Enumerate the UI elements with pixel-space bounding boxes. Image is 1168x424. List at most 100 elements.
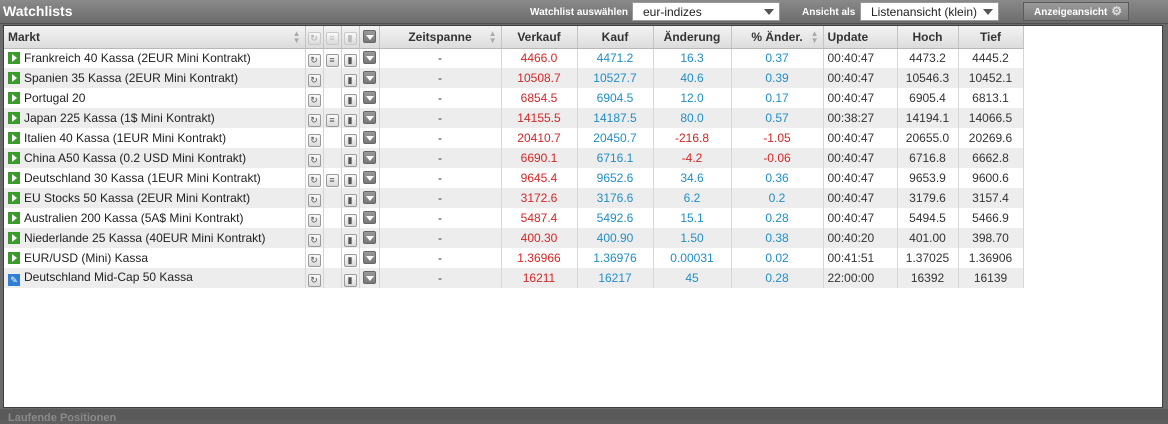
chart-cell[interactable]: ▮: [341, 68, 360, 88]
dropdown-icon[interactable]: [362, 111, 376, 124]
chart-cell[interactable]: ▮: [341, 108, 360, 128]
dropdown-icon[interactable]: [362, 251, 376, 264]
refresh-icon[interactable]: ↻: [307, 173, 321, 187]
menu-cell[interactable]: [359, 68, 380, 88]
dropdown-icon[interactable]: [362, 91, 376, 104]
market-name-cell[interactable]: ✎ Deutschland Mid-Cap 50 Kassa: [4, 268, 306, 288]
info-icon[interactable]: ≡: [325, 53, 339, 67]
info-cell[interactable]: [323, 128, 342, 148]
kauf-cell[interactable]: 16217: [577, 268, 654, 288]
menu-cell[interactable]: [359, 88, 380, 108]
refresh-icon[interactable]: ↻: [307, 53, 321, 67]
display-view-button[interactable]: Anzeigeansicht ⚙: [1023, 2, 1129, 21]
refresh-icon[interactable]: ↻: [307, 213, 321, 227]
refresh-cell[interactable]: ↻: [305, 128, 324, 148]
market-name-cell[interactable]: China A50 Kassa (0.2 USD Mini Kontrakt): [4, 148, 306, 168]
chart-icon[interactable]: ▮: [343, 233, 357, 247]
chart-icon[interactable]: ▮: [343, 193, 357, 207]
kauf-cell[interactable]: 6716.1: [577, 148, 654, 168]
market-name-cell[interactable]: Niederlande 25 Kassa (40EUR Mini Kontrak…: [4, 228, 306, 248]
verkauf-cell[interactable]: 6690.1: [501, 148, 578, 168]
market-name-cell[interactable]: Italien 40 Kassa (1EUR Mini Kontrakt): [4, 128, 306, 148]
verkauf-cell[interactable]: 4466.0: [501, 48, 578, 68]
menu-cell[interactable]: [359, 208, 380, 228]
verkauf-cell[interactable]: 9645.4: [501, 168, 578, 188]
menu-cell[interactable]: [359, 48, 380, 68]
dropdown-icon[interactable]: [362, 191, 376, 204]
chart-icon[interactable]: ▮: [343, 173, 357, 187]
table-row[interactable]: Frankreich 40 Kassa (2EUR Mini Kontrakt)…: [4, 48, 1024, 68]
table-row[interactable]: Spanien 35 Kassa (2EUR Mini Kontrakt) ↻ ▮ -…: [4, 68, 1024, 88]
play-icon[interactable]: [8, 152, 20, 164]
info-icon[interactable]: ≡: [325, 113, 339, 127]
menu-cell[interactable]: [359, 148, 380, 168]
dropdown-icon[interactable]: [362, 71, 376, 84]
kauf-cell[interactable]: 10527.7: [577, 68, 654, 88]
play-icon[interactable]: [8, 232, 20, 244]
verkauf-cell[interactable]: 20410.7: [501, 128, 578, 148]
watchlist-dropdown[interactable]: eur-indizes: [632, 2, 780, 21]
verkauf-cell[interactable]: 14155.5: [501, 108, 578, 128]
col-kauf[interactable]: Kauf: [577, 26, 654, 49]
table-row[interactable]: EUR/USD (Mini) Kassa ↻ ▮ -1.36966 1.36976 0.0…: [4, 248, 1024, 268]
dropdown-icon[interactable]: [362, 211, 376, 224]
refresh-cell[interactable]: ↻: [305, 88, 324, 108]
market-name-cell[interactable]: Spanien 35 Kassa (2EUR Mini Kontrakt): [4, 68, 306, 88]
market-name-cell[interactable]: Deutschland 30 Kassa (1EUR Mini Kontrakt…: [4, 168, 306, 188]
refresh-cell[interactable]: ↻: [305, 168, 324, 188]
dropdown-icon[interactable]: [362, 151, 376, 164]
chart-cell[interactable]: ▮: [341, 208, 360, 228]
refresh-cell[interactable]: ↻: [305, 228, 324, 248]
info-cell[interactable]: ≡: [323, 48, 342, 68]
dropdown-icon[interactable]: [362, 51, 376, 65]
chart-cell[interactable]: ▮: [341, 148, 360, 168]
chart-icon[interactable]: ▮: [343, 133, 357, 147]
menu-cell[interactable]: [359, 128, 380, 148]
verkauf-cell[interactable]: 16211: [501, 268, 578, 288]
pencil-icon[interactable]: ✎: [8, 274, 20, 286]
table-row[interactable]: ✎ Deutschland Mid-Cap 50 Kassa ↻ ▮ -16211 162…: [4, 268, 1024, 288]
verkauf-cell[interactable]: 10508.7: [501, 68, 578, 88]
chart-cell[interactable]: ▮: [341, 168, 360, 188]
info-cell[interactable]: [323, 148, 342, 168]
chart-icon[interactable]: ▮: [343, 53, 357, 67]
dropdown-icon[interactable]: [362, 231, 376, 244]
dropdown-icon[interactable]: [362, 131, 376, 144]
dropdown-icon[interactable]: [362, 171, 376, 184]
kauf-cell[interactable]: 400.90: [577, 228, 654, 248]
refresh-icon[interactable]: ↻: [307, 273, 321, 287]
kauf-cell[interactable]: 20450.7: [577, 128, 654, 148]
chart-cell[interactable]: ▮: [341, 48, 360, 68]
menu-cell[interactable]: [359, 188, 380, 208]
info-cell[interactable]: [323, 268, 342, 288]
refresh-cell[interactable]: ↻: [305, 208, 324, 228]
refresh-icon[interactable]: ↻: [307, 253, 321, 267]
play-icon[interactable]: [8, 172, 20, 184]
menu-cell[interactable]: [359, 248, 380, 268]
info-cell[interactable]: [323, 248, 342, 268]
chart-cell[interactable]: ▮: [341, 88, 360, 108]
refresh-cell[interactable]: ↻: [305, 188, 324, 208]
table-row[interactable]: Deutschland 30 Kassa (1EUR Mini Kontrakt…: [4, 168, 1024, 188]
kauf-cell[interactable]: 5492.6: [577, 208, 654, 228]
table-row[interactable]: EU Stocks 50 Kassa (2EUR Mini Kontrakt) ↻…: [4, 188, 1024, 208]
chart-icon[interactable]: ▮: [343, 93, 357, 107]
refresh-cell[interactable]: ↻: [305, 108, 324, 128]
refresh-icon[interactable]: ↻: [307, 133, 321, 147]
info-cell[interactable]: [323, 88, 342, 108]
refresh-icon[interactable]: ↻: [307, 233, 321, 247]
verkauf-cell[interactable]: 5487.4: [501, 208, 578, 228]
col-zeitspanne[interactable]: Zeitspanne ▲ ▼: [379, 26, 502, 49]
table-row[interactable]: Japan 225 Kassa (1$ Mini Kontrakt) ↻ ≡ ▮ -14…: [4, 108, 1024, 128]
play-icon[interactable]: [8, 192, 20, 204]
col-update[interactable]: Update: [823, 26, 898, 49]
chart-icon[interactable]: ▮: [343, 113, 357, 127]
kauf-cell[interactable]: 4471.2: [577, 48, 654, 68]
col-tief[interactable]: Tief: [958, 26, 1024, 49]
chart-cell[interactable]: ▮: [341, 228, 360, 248]
chart-icon[interactable]: ▮: [343, 273, 357, 287]
info-cell[interactable]: [323, 188, 342, 208]
verkauf-cell[interactable]: 1.36966: [501, 248, 578, 268]
play-icon[interactable]: [8, 92, 20, 104]
kauf-cell[interactable]: 6904.5: [577, 88, 654, 108]
